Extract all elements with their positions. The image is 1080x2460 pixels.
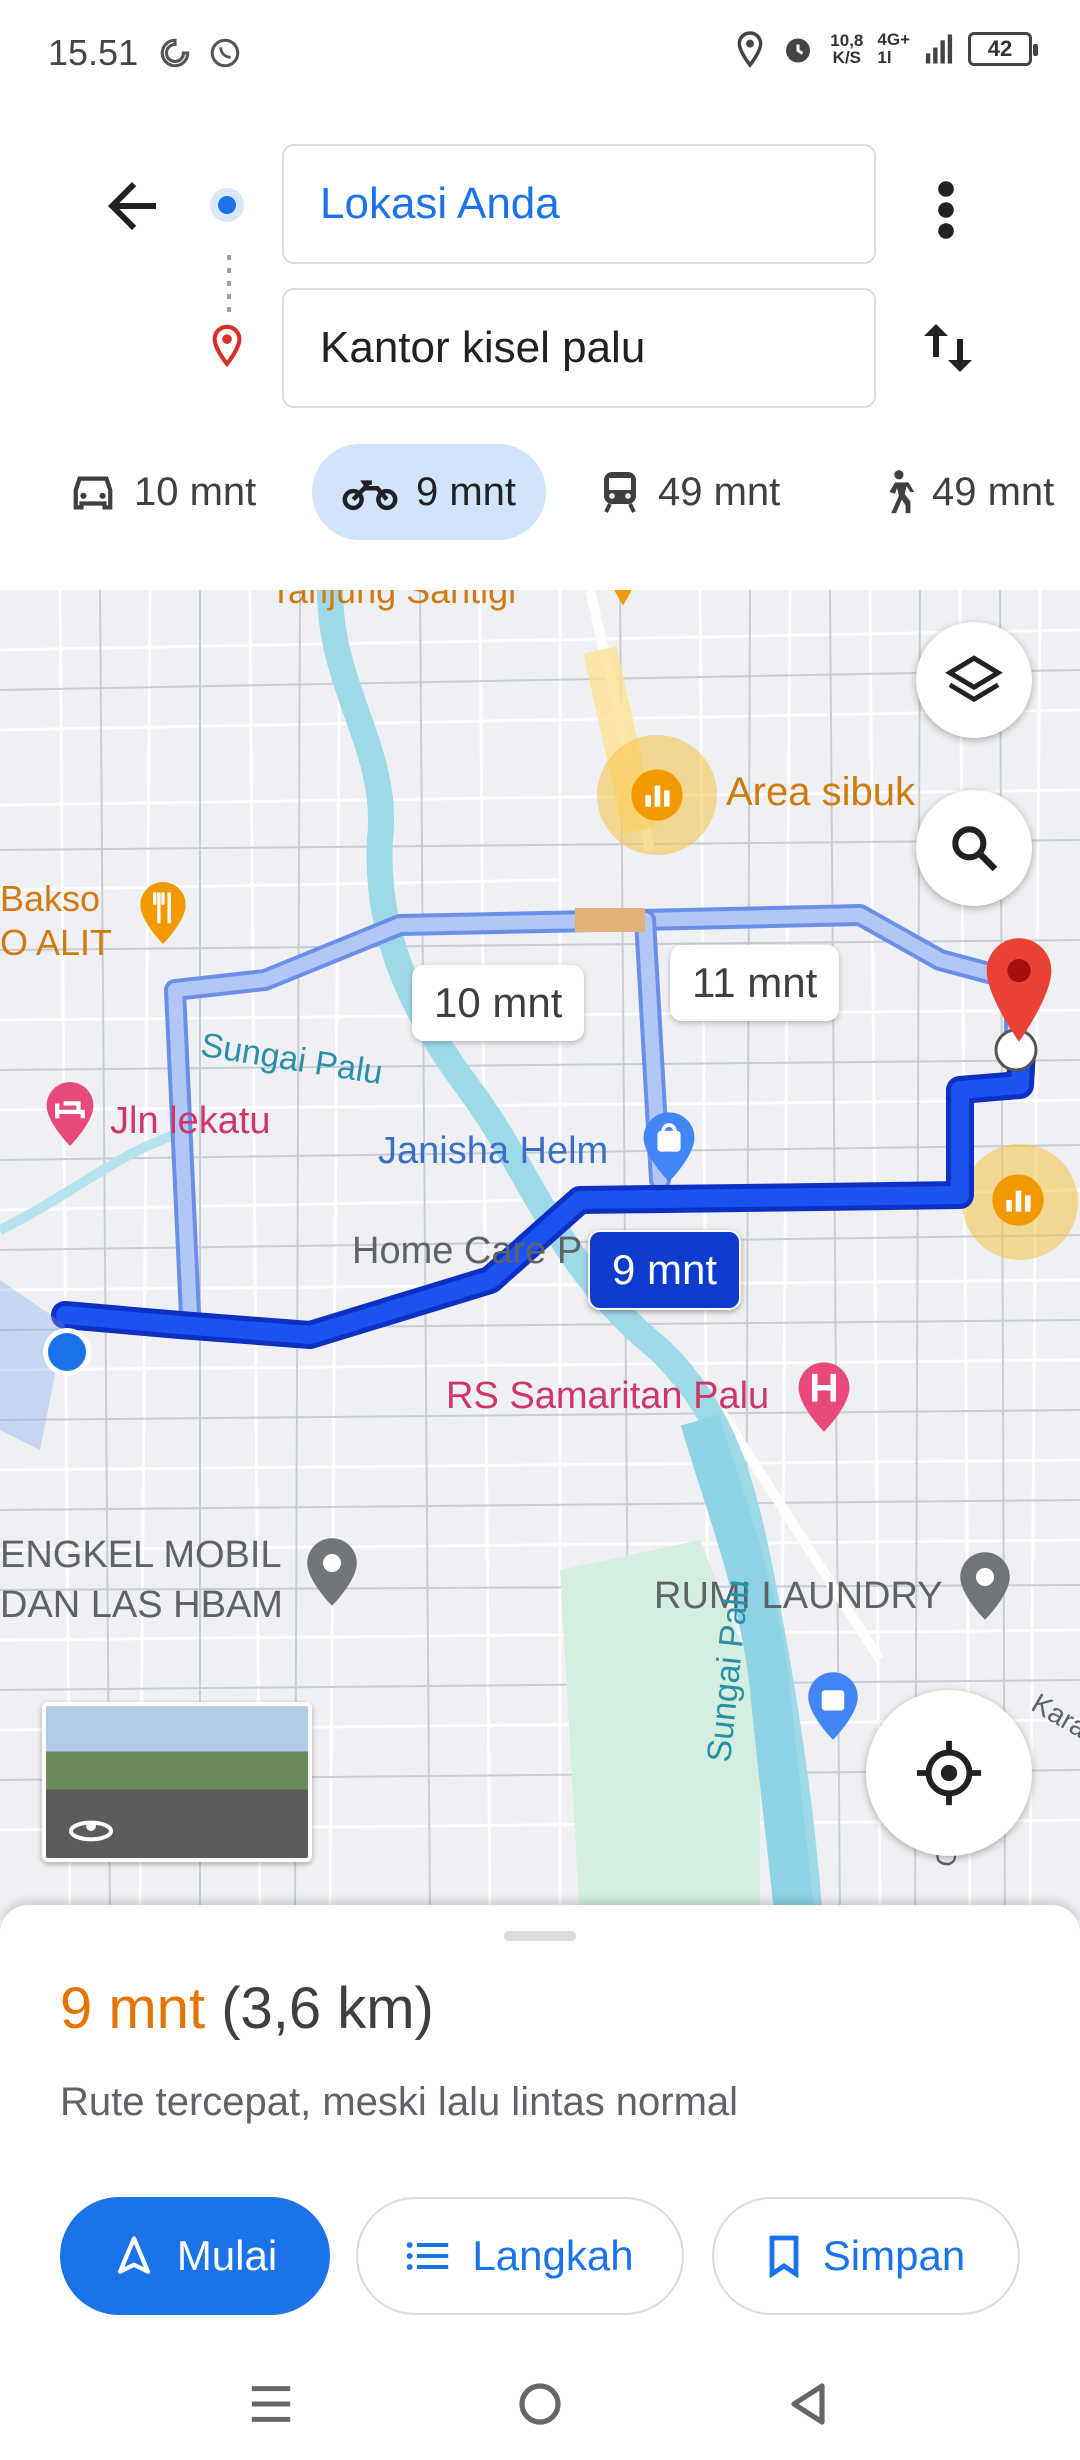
signal-icon xyxy=(925,34,953,64)
tab-walk[interactable]: 49 mnt xyxy=(880,444,1054,540)
route-distance: (3,6 km) xyxy=(221,1976,434,2041)
map-label-bengkel: ENGKEL MOBIL DAN LAS HBAM xyxy=(0,1534,283,1626)
more-options-button[interactable] xyxy=(920,174,972,246)
home-nav-icon[interactable] xyxy=(516,2380,564,2428)
restaurant-pin-icon[interactable] xyxy=(138,880,188,946)
layers-button[interactable] xyxy=(916,622,1032,738)
menu-nav-icon[interactable] xyxy=(248,2382,294,2426)
busy-area-icon[interactable] xyxy=(629,767,685,823)
system-nav-bar xyxy=(0,2350,1080,2460)
steps-button[interactable]: Langkah xyxy=(356,2197,684,2315)
map-label-jln-lekatu: Jln lekatu xyxy=(110,1100,271,1142)
crosshair-icon xyxy=(916,1740,982,1806)
origin-field[interactable]: Lokasi Anda xyxy=(282,144,876,264)
origin-dot-icon xyxy=(210,188,244,222)
route-duration: 9 mnt xyxy=(60,1976,206,2041)
search-icon xyxy=(952,826,998,872)
busy-area-icon-2[interactable] xyxy=(990,1172,1046,1228)
list-icon xyxy=(407,2242,449,2270)
network-indicator: 4G+ 1l xyxy=(877,30,910,67)
navigation-arrow-icon xyxy=(117,2236,150,2274)
map-label-janisha: Janisha Helm xyxy=(378,1130,609,1172)
tab-car[interactable]: 10 mnt xyxy=(70,444,256,540)
place-pin-icon-2[interactable] xyxy=(958,1550,1012,1622)
tab-transit-label: 49 mnt xyxy=(658,469,781,514)
battery-indicator: 42 xyxy=(968,32,1038,66)
whatsapp-icon xyxy=(210,38,240,68)
route-description: Rute tercepat, meski lalu lintas normal xyxy=(60,2080,739,2124)
map-label-bakso: Bakso xyxy=(0,878,101,919)
net-speed: 10,8 K/S xyxy=(830,31,864,67)
my-location-button[interactable] xyxy=(866,1690,1032,1856)
start-button[interactable]: Mulai xyxy=(60,2197,330,2315)
bookmark-icon xyxy=(769,2235,799,2278)
status-bar: 15.51 10,8 K/S 4G+ 1l 42 xyxy=(0,0,1080,110)
route-eta: 9 mnt (3,6 km) xyxy=(60,1975,434,2042)
motorcycle-icon xyxy=(342,480,398,511)
route-bubble-alt-11[interactable]: 11 mnt xyxy=(670,945,840,1021)
location-icon xyxy=(737,31,763,68)
transit-icon xyxy=(604,472,636,513)
car-icon xyxy=(73,476,113,510)
route-connector xyxy=(227,255,231,313)
destination-field[interactable]: Kantor kisel palu xyxy=(282,288,876,408)
hotel-pin-icon[interactable] xyxy=(44,1080,96,1148)
street-view-rotate-icon xyxy=(69,1820,113,1842)
back-button[interactable] xyxy=(96,170,168,242)
walk-icon xyxy=(889,470,914,514)
sync-icon xyxy=(160,38,190,68)
map-label-home-care: Home Care P xyxy=(352,1230,583,1272)
alarm-icon xyxy=(786,38,811,63)
tab-motorcycle-label: 9 mnt xyxy=(416,469,517,514)
destination-pin-icon xyxy=(212,324,242,368)
tab-walk-label: 49 mnt xyxy=(932,469,1055,514)
route-bubble-alt-10[interactable]: 10 mnt xyxy=(412,965,585,1041)
travel-mode-tabs: 10 mnt 9 mnt 49 mnt 49 mnt xyxy=(0,444,1080,540)
shop-pin-icon[interactable] xyxy=(640,1110,698,1184)
street-view-thumbnail[interactable] xyxy=(42,1702,312,1862)
status-time: 15.51 xyxy=(48,32,139,73)
map-label-tanjung: Tanjung Santigi xyxy=(270,590,517,611)
swap-button[interactable] xyxy=(912,310,984,386)
tab-car-label: 10 mnt xyxy=(134,469,257,514)
directions-header: Lokasi Anda Kantor kisel palu 10 mnt 9 m… xyxy=(0,110,1080,590)
back-nav-icon[interactable] xyxy=(786,2380,830,2428)
map-label-rs-samaritan: RS Samaritan Palu xyxy=(446,1375,770,1417)
destination-marker-icon[interactable] xyxy=(980,935,1058,1045)
sheet-drag-handle[interactable] xyxy=(504,1931,576,1941)
layers-icon xyxy=(945,655,1003,703)
route-bubble-selected[interactable]: 9 mnt xyxy=(588,1230,742,1310)
tanjung-pin-icon xyxy=(614,590,632,606)
map-label-area-sibuk: Area sibuk xyxy=(726,770,915,814)
tab-transit[interactable]: 49 mnt xyxy=(600,444,780,540)
shop-pin-icon-2[interactable] xyxy=(806,1670,860,1742)
search-button[interactable] xyxy=(916,790,1032,906)
hospital-pin-icon[interactable] xyxy=(796,1360,852,1434)
place-pin-icon[interactable] xyxy=(305,1536,359,1608)
tab-motorcycle[interactable]: 9 mnt xyxy=(312,444,547,540)
map-label-rumi-laundry: RUMI LAUNDRY xyxy=(654,1575,943,1617)
map-view[interactable]: Tanjung Santigi Area sibuk Bakso O ALIT … xyxy=(0,590,1080,1920)
map-label-o-alit: O ALIT xyxy=(0,922,113,963)
save-button[interactable]: Simpan xyxy=(712,2197,1020,2315)
